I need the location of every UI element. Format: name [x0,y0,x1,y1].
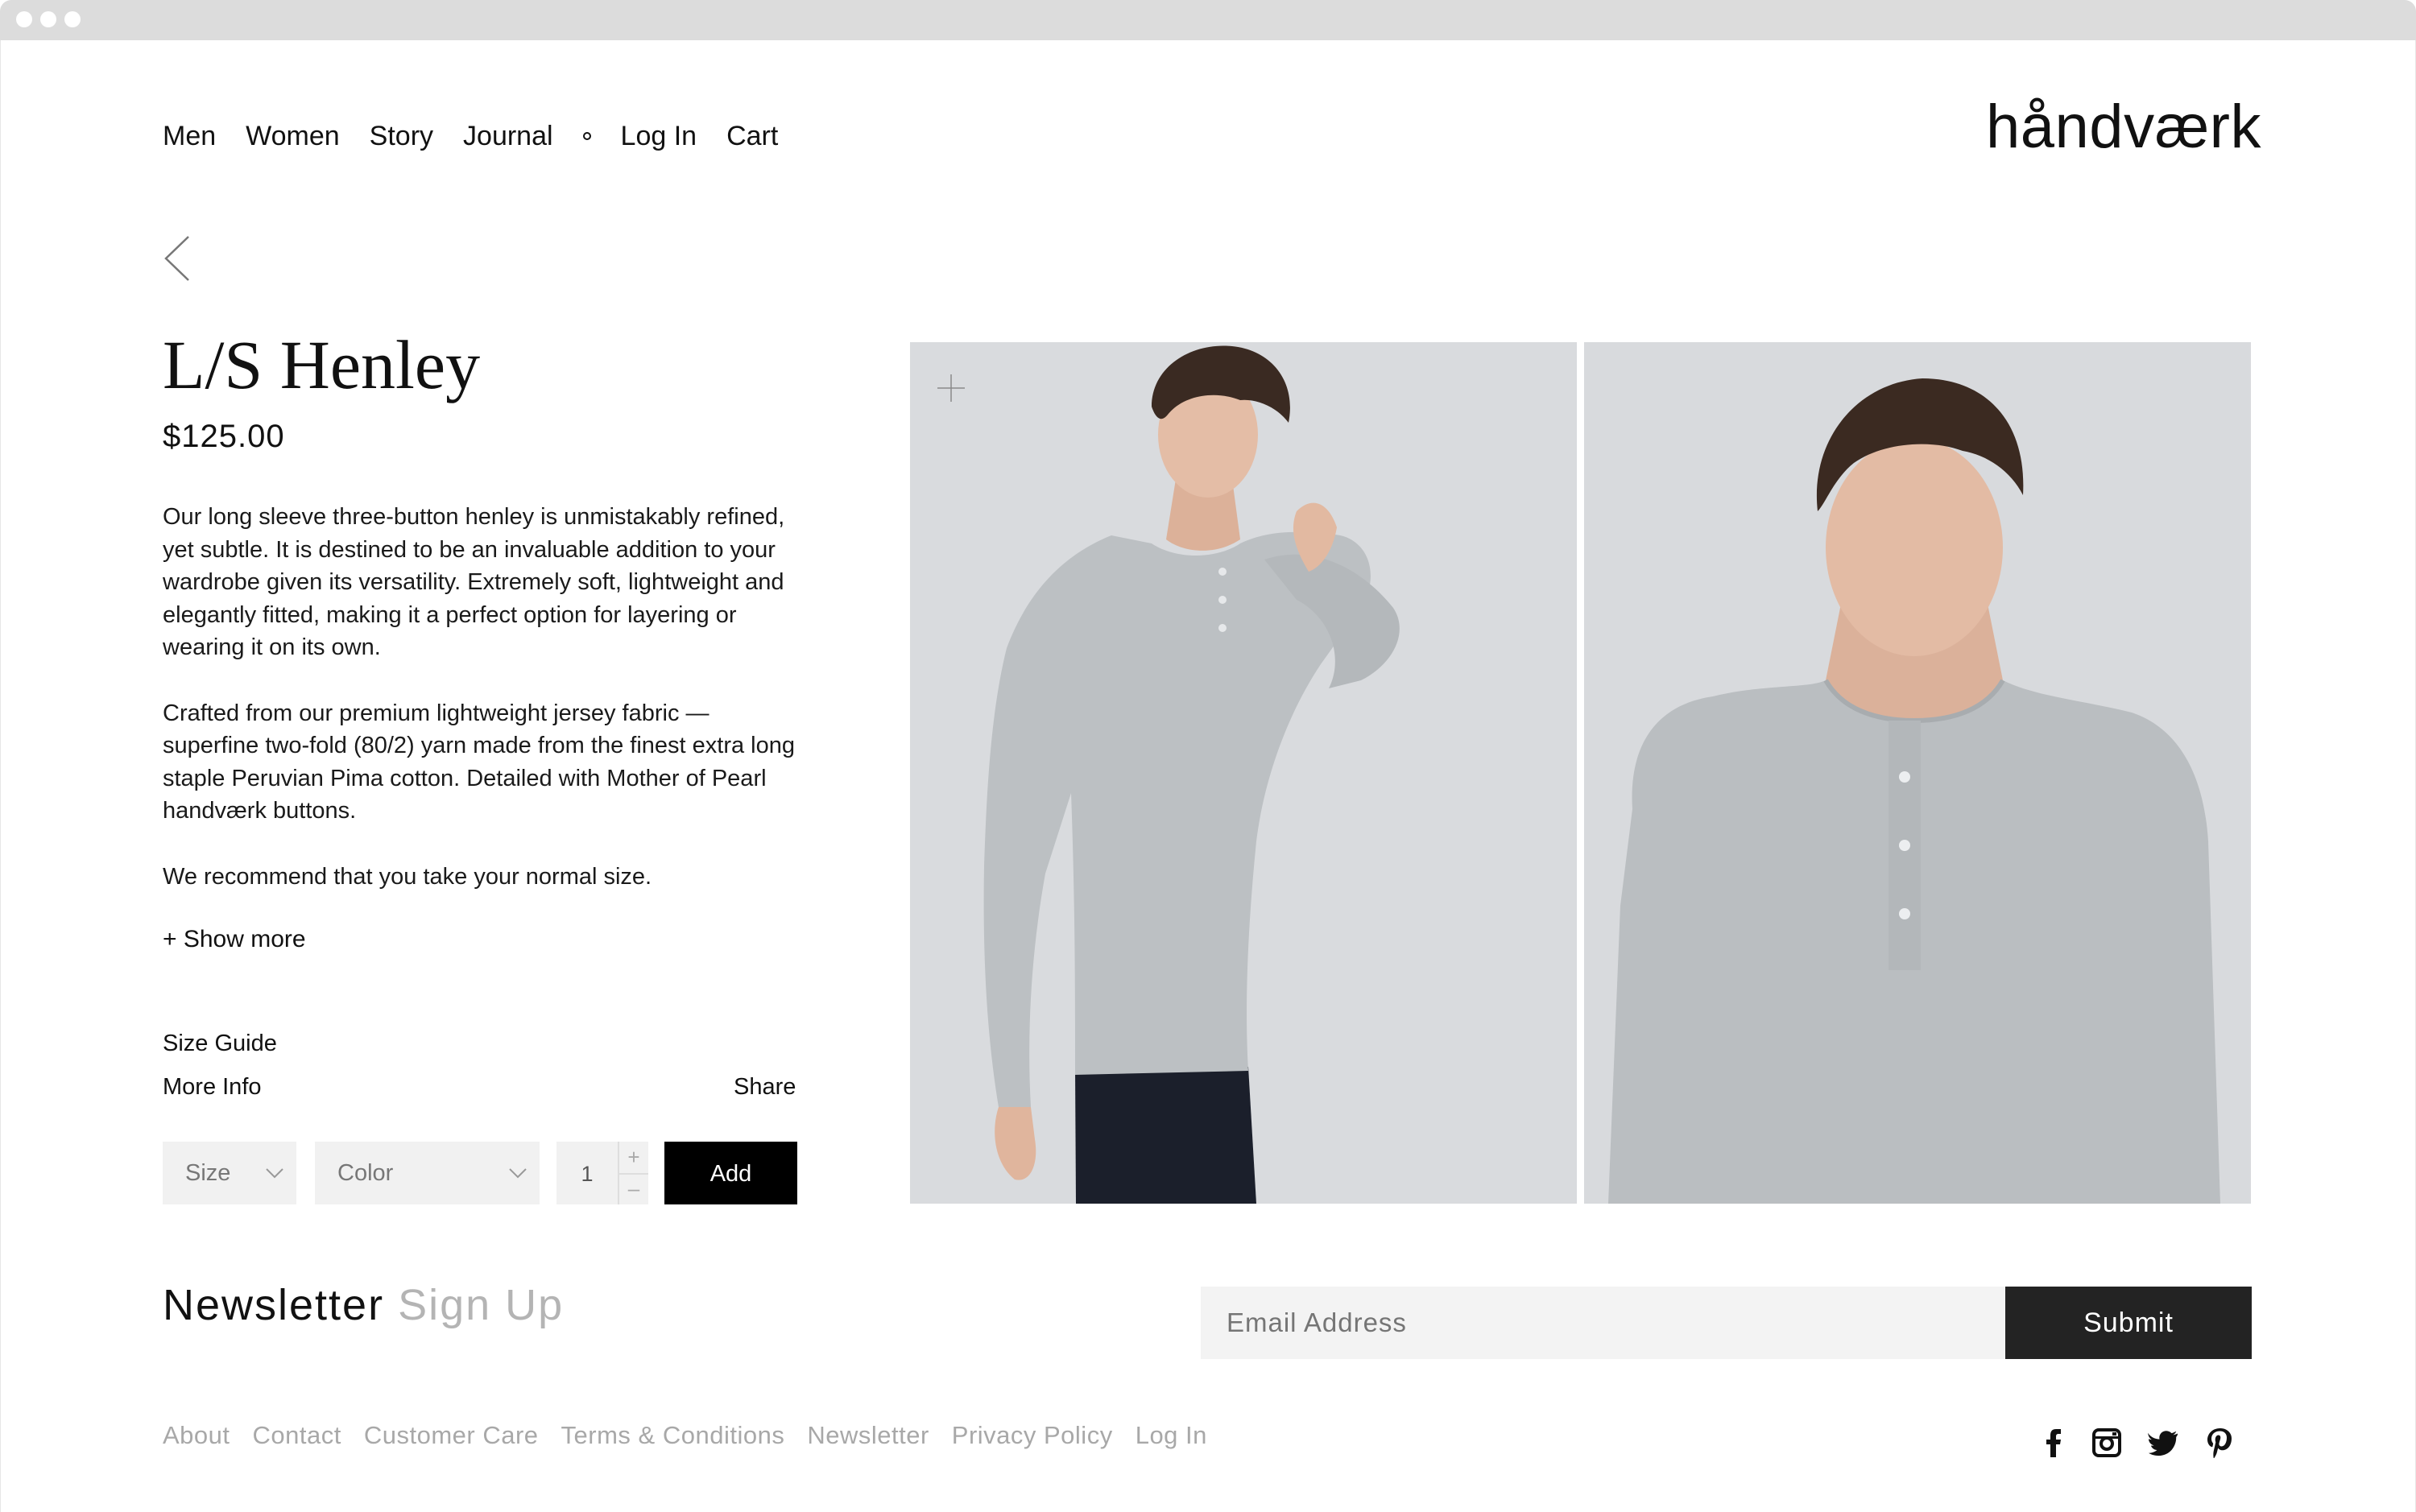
newsletter-submit-button[interactable]: Submit [2005,1287,2252,1359]
window-maximize-dot[interactable] [64,11,81,27]
nav-separator-dot [582,132,591,140]
color-select-label: Color [337,1159,394,1186]
product-image-side[interactable] [910,342,1577,1204]
share-link[interactable]: Share [734,1076,796,1099]
main-nav: Men Women Story Journal Log In Cart [163,122,808,150]
nav-item-journal[interactable]: Journal [463,122,553,150]
quantity-increase-button[interactable]: + [619,1142,648,1173]
back-arrow-icon[interactable] [161,233,193,283]
size-select-label: Size [185,1159,231,1186]
newsletter-title-main: Newsletter [163,1281,385,1329]
chevron-down-icon [266,1168,283,1179]
footer-link-contact[interactable]: Contact [253,1423,341,1448]
product-price: $125.00 [163,419,285,454]
show-more-link[interactable]: + Show more [163,927,306,952]
footer-link-terms[interactable]: Terms & Conditions [561,1423,785,1448]
footer-link-newsletter[interactable]: Newsletter [807,1423,929,1448]
zoom-plus-icon[interactable] [936,373,966,403]
instagram-icon[interactable] [2091,1427,2123,1459]
nav-item-women[interactable]: Women [246,122,340,150]
nav-item-men[interactable]: Men [163,122,216,150]
twitter-icon[interactable] [2147,1427,2179,1459]
nav-item-login[interactable]: Log In [621,122,697,150]
quantity-decrease-button[interactable]: – [619,1173,648,1204]
chevron-down-icon [509,1168,527,1179]
facebook-icon[interactable] [2037,1427,2070,1459]
footer-link-about[interactable]: About [163,1423,230,1448]
size-guide-link[interactable]: Size Guide [163,1032,277,1056]
quantity-stepper: 1 + – [556,1142,648,1204]
description-paragraph: We recommend that you take your normal s… [163,863,652,890]
product-title: L/S Henley [163,326,481,403]
window-close-dot[interactable] [16,11,32,27]
nav-item-story[interactable]: Story [370,122,433,150]
description-paragraph: Our long sleeve three-button henley is u… [163,504,785,660]
brand-logo[interactable]: håndværk [1986,97,2261,158]
footer-links: About Contact Customer Care Terms & Cond… [163,1423,1230,1448]
more-info-link[interactable]: More Info [163,1076,262,1099]
size-select[interactable]: Size [163,1142,296,1204]
add-to-cart-button[interactable]: Add [664,1142,797,1204]
newsletter-title: Newsletter Sign Up [163,1283,564,1327]
description-paragraph: Crafted from our premium lightweight jer… [163,700,795,824]
footer-link-customer-care[interactable]: Customer Care [364,1423,539,1448]
product-image-front[interactable] [1584,342,2251,1204]
product-description: Our long sleeve three-button henley is u… [163,501,807,926]
footer-link-privacy[interactable]: Privacy Policy [952,1423,1113,1448]
window-minimize-dot[interactable] [40,11,56,27]
browser-window-bar [0,0,2416,40]
pinterest-icon[interactable] [2203,1427,2236,1459]
quantity-value[interactable]: 1 [556,1142,618,1204]
nav-item-cart[interactable]: Cart [726,122,778,150]
footer-link-login[interactable]: Log In [1136,1423,1207,1448]
newsletter-email-input[interactable] [1201,1287,2006,1359]
color-select[interactable]: Color [315,1142,540,1204]
newsletter-title-sub: Sign Up [398,1281,565,1329]
